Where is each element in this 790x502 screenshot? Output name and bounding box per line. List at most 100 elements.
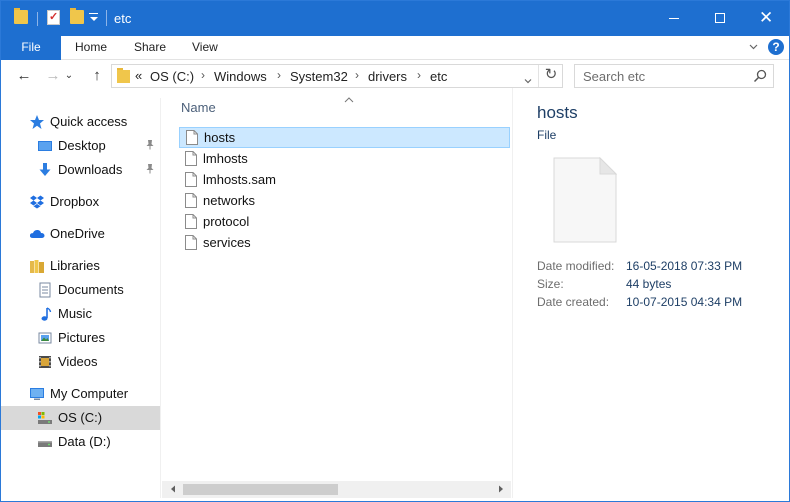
file-icon (185, 193, 197, 208)
horizontal-scrollbar[interactable] (162, 481, 511, 498)
nav-item-quick-access[interactable]: Quick access (1, 110, 160, 134)
breadcrumb-separator[interactable]: › (201, 68, 205, 82)
music-icon (37, 306, 53, 322)
drive-icon (37, 434, 53, 450)
navigation-pane: Quick access Desktop Downloads Dropbox O… (1, 98, 161, 498)
nav-item-pictures[interactable]: Pictures (1, 326, 160, 350)
breadcrumb-os-c[interactable]: OS (C:) (150, 69, 194, 84)
file-row-lmhosts-sam[interactable]: lmhosts.sam (179, 170, 510, 191)
search-box[interactable] (574, 64, 774, 88)
address-divider (538, 65, 539, 87)
up-button[interactable]: ↑ (87, 67, 107, 85)
os-drive-icon (37, 410, 53, 426)
folder-icon[interactable] (14, 8, 28, 24)
expand-ribbon-chevron-icon[interactable] (749, 42, 758, 51)
maximize-button[interactable] (697, 1, 743, 36)
nav-item-my-computer[interactable]: My Computer (1, 382, 160, 406)
property-value-date-modified: 16-05-2018 07:33 PM (626, 259, 743, 273)
file-name: lmhosts (203, 151, 248, 166)
nav-item-documents[interactable]: Documents (1, 278, 160, 302)
downloads-icon (37, 162, 53, 178)
forward-button[interactable]: → (43, 67, 63, 85)
back-button[interactable]: ← (14, 67, 34, 85)
property-label-date-modified: Date modified: (537, 259, 615, 273)
nav-item-dropbox[interactable]: Dropbox (1, 190, 160, 214)
nav-item-onedrive[interactable]: OneDrive (1, 222, 160, 246)
nav-item-videos[interactable]: Videos (1, 350, 160, 374)
search-icon[interactable] (753, 69, 767, 83)
file-name: hosts (204, 130, 236, 145)
details-pane: hosts File Date modified: 16-05-2018 07:… (512, 88, 789, 498)
file-row-hosts[interactable]: hosts (179, 127, 510, 148)
search-input[interactable] (583, 68, 743, 85)
scrollbar-thumb[interactable] (183, 484, 338, 495)
file-row-services[interactable]: services (179, 233, 510, 254)
file-row-networks[interactable]: networks (179, 191, 510, 212)
nav-item-desktop[interactable]: Desktop (1, 134, 160, 158)
title-bar: ✓ etc ✕ (1, 1, 789, 36)
documents-icon (37, 282, 53, 298)
videos-icon (37, 354, 53, 370)
nav-item-music[interactable]: Music (1, 302, 160, 326)
new-folder-icon[interactable] (70, 8, 84, 24)
address-bar[interactable]: « OS (C:) › Windows › System32 › drivers… (111, 64, 563, 88)
tab-view[interactable]: View (192, 36, 218, 60)
file-name: protocol (203, 214, 250, 229)
property-label-size: Size: (537, 277, 564, 291)
refresh-icon[interactable]: ↻ (542, 66, 560, 84)
nav-label: Libraries (50, 258, 100, 273)
column-header-name[interactable]: Name (181, 100, 216, 115)
nav-label: Music (58, 306, 92, 321)
nav-label: OneDrive (50, 226, 105, 241)
file-row-lmhosts[interactable]: lmhosts (179, 149, 510, 170)
address-dropdown-chevron-icon[interactable] (524, 73, 532, 84)
breadcrumb-drivers[interactable]: drivers (368, 69, 407, 84)
properties-icon[interactable]: ✓ (47, 10, 60, 25)
help-icon[interactable]: ? (768, 39, 784, 55)
breadcrumb-separator[interactable]: › (277, 68, 281, 82)
nav-item-libraries[interactable]: Libraries (1, 254, 160, 278)
nav-label: Downloads (58, 162, 123, 177)
minimize-button[interactable] (651, 1, 697, 36)
pin-icon[interactable] (145, 163, 155, 177)
close-button[interactable]: ✕ (743, 1, 789, 36)
quick-access-separator (37, 12, 38, 26)
nav-label: Data (D:) (58, 434, 111, 449)
tab-share[interactable]: Share (134, 36, 166, 60)
nav-label: OS (C:) (58, 410, 103, 425)
pin-icon[interactable] (145, 139, 155, 153)
details-file-name: hosts (537, 103, 578, 122)
cloud-icon (29, 226, 45, 242)
nav-item-downloads[interactable]: Downloads (1, 158, 160, 182)
star-icon (29, 114, 45, 130)
file-icon (186, 130, 198, 145)
tab-home[interactable]: Home (75, 36, 107, 60)
breadcrumb-separator[interactable]: › (417, 68, 421, 82)
file-name: networks (203, 193, 256, 208)
libraries-icon (29, 258, 45, 274)
file-row-protocol[interactable]: protocol (179, 212, 510, 233)
property-label-date-created: Date created: (537, 295, 610, 309)
file-name: lmhosts.sam (203, 172, 276, 187)
breadcrumb-windows[interactable]: Windows (214, 69, 267, 84)
scroll-left-arrow-icon[interactable] (164, 481, 181, 498)
window-title: etc (114, 11, 132, 26)
details-file-type: File (537, 128, 557, 142)
title-separator (106, 10, 107, 26)
scroll-right-arrow-icon[interactable] (492, 481, 509, 498)
breadcrumb-system32[interactable]: System32 (290, 69, 348, 84)
breadcrumb-separator[interactable]: › (355, 68, 359, 82)
close-icon: ✕ (759, 8, 774, 27)
recent-locations-chevron-icon[interactable]: ⌄ (64, 67, 74, 85)
address-overflow[interactable]: « (135, 68, 142, 83)
folder-icon (117, 68, 130, 83)
quick-access-dropdown-icon[interactable] (89, 13, 98, 23)
tab-file[interactable]: File (1, 36, 61, 60)
breadcrumb-etc[interactable]: etc (430, 69, 447, 84)
nav-item-os-c[interactable]: OS (C:) (1, 406, 160, 430)
property-value-date-created: 10-07-2015 04:34 PM (626, 295, 743, 309)
dropbox-icon (29, 194, 45, 210)
nav-label: Quick access (50, 114, 128, 129)
computer-icon (29, 386, 45, 402)
nav-item-data-d[interactable]: Data (D:) (1, 430, 160, 454)
